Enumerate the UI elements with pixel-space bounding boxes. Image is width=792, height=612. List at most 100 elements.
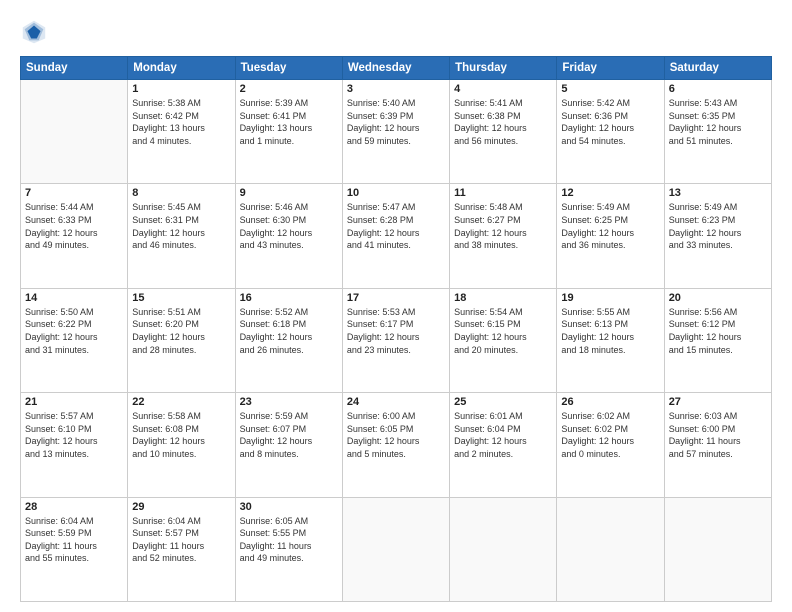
calendar-cell: 23 Sunrise: 5:59 AM Sunset: 6:07 PM Dayli… — [235, 393, 342, 497]
cell-info: Sunrise: 5:51 AM Sunset: 6:20 PM Dayligh… — [132, 306, 230, 356]
cell-info: Sunrise: 5:41 AM Sunset: 6:38 PM Dayligh… — [454, 97, 552, 147]
page: SundayMondayTuesdayWednesdayThursdayFrid… — [0, 0, 792, 612]
cell-content: 8 Sunrise: 5:45 AM Sunset: 6:31 PM Daylig… — [132, 187, 230, 251]
calendar-cell: 4 Sunrise: 5:41 AM Sunset: 6:38 PM Daylig… — [450, 80, 557, 184]
cell-info: Sunrise: 5:59 AM Sunset: 6:07 PM Dayligh… — [240, 410, 338, 460]
day-number: 21 — [25, 396, 123, 408]
cell-info: Sunrise: 5:40 AM Sunset: 6:39 PM Dayligh… — [347, 97, 445, 147]
cell-content: 19 Sunrise: 5:55 AM Sunset: 6:13 PM Dayli… — [561, 292, 659, 356]
cell-content: 25Sunrise: 6:01 AM Sunset: 6:04 PM Dayli… — [454, 396, 552, 460]
day-number: 1 — [132, 83, 230, 95]
day-number: 28 — [25, 501, 123, 513]
cell-content: 11Sunrise: 5:48 AM Sunset: 6:27 PM Dayli… — [454, 187, 552, 251]
cell-content: 30Sunrise: 6:05 AM Sunset: 5:55 PM Dayli… — [240, 501, 338, 565]
cell-info: Sunrise: 5:49 AM Sunset: 6:25 PM Dayligh… — [561, 201, 659, 251]
cell-info: Sunrise: 5:54 AM Sunset: 6:15 PM Dayligh… — [454, 306, 552, 356]
cell-content: 29Sunrise: 6:04 AM Sunset: 5:57 PM Dayli… — [132, 501, 230, 565]
cell-info: Sunrise: 6:04 AM Sunset: 5:59 PM Dayligh… — [25, 515, 123, 565]
cell-content: 23 Sunrise: 5:59 AM Sunset: 6:07 PM Dayli… — [240, 396, 338, 460]
cell-info: Sunrise: 5:48 AM Sunset: 6:27 PM Dayligh… — [454, 201, 552, 251]
day-number: 15 — [132, 292, 230, 304]
day-number: 3 — [347, 83, 445, 95]
calendar-cell: 10Sunrise: 5:47 AM Sunset: 6:28 PM Dayli… — [342, 184, 449, 288]
calendar-cell: 20Sunrise: 5:56 AM Sunset: 6:12 PM Dayli… — [664, 288, 771, 392]
weekday-header-row: SundayMondayTuesdayWednesdayThursdayFrid… — [21, 57, 772, 80]
weekday-header-tuesday: Tuesday — [235, 57, 342, 80]
day-number: 26 — [561, 396, 659, 408]
day-number: 27 — [669, 396, 767, 408]
calendar-week-row: 7Sunrise: 5:44 AM Sunset: 6:33 PM Daylig… — [21, 184, 772, 288]
cell-content: 1 Sunrise: 5:38 AM Sunset: 6:42 PM Daylig… — [132, 83, 230, 147]
calendar-table: SundayMondayTuesdayWednesdayThursdayFrid… — [20, 56, 772, 602]
day-number: 16 — [240, 292, 338, 304]
day-number: 6 — [669, 83, 767, 95]
day-number: 22 — [132, 396, 230, 408]
weekday-header-monday: Monday — [128, 57, 235, 80]
weekday-header-sunday: Sunday — [21, 57, 128, 80]
calendar-cell: 3 Sunrise: 5:40 AM Sunset: 6:39 PM Daylig… — [342, 80, 449, 184]
calendar-cell: 25Sunrise: 6:01 AM Sunset: 6:04 PM Dayli… — [450, 393, 557, 497]
calendar-cell: 5Sunrise: 5:42 AM Sunset: 6:36 PM Daylig… — [557, 80, 664, 184]
cell-info: Sunrise: 6:03 AM Sunset: 6:00 PM Dayligh… — [669, 410, 767, 460]
cell-content: 5Sunrise: 5:42 AM Sunset: 6:36 PM Daylig… — [561, 83, 659, 147]
calendar-cell: 16 Sunrise: 5:52 AM Sunset: 6:18 PM Dayli… — [235, 288, 342, 392]
cell-info: Sunrise: 5:57 AM Sunset: 6:10 PM Dayligh… — [25, 410, 123, 460]
calendar-week-row: 1 Sunrise: 5:38 AM Sunset: 6:42 PM Daylig… — [21, 80, 772, 184]
cell-content: 13Sunrise: 5:49 AM Sunset: 6:23 PM Dayli… — [669, 187, 767, 251]
calendar-cell: 1 Sunrise: 5:38 AM Sunset: 6:42 PM Daylig… — [128, 80, 235, 184]
cell-info: Sunrise: 5:52 AM Sunset: 6:18 PM Dayligh… — [240, 306, 338, 356]
calendar-cell: 21 Sunrise: 5:57 AM Sunset: 6:10 PM Dayli… — [21, 393, 128, 497]
weekday-header-saturday: Saturday — [664, 57, 771, 80]
cell-info: Sunrise: 5:39 AM Sunset: 6:41 PM Dayligh… — [240, 97, 338, 147]
calendar-cell: 12Sunrise: 5:49 AM Sunset: 6:25 PM Dayli… — [557, 184, 664, 288]
day-number: 25 — [454, 396, 552, 408]
day-number: 23 — [240, 396, 338, 408]
calendar-cell: 11Sunrise: 5:48 AM Sunset: 6:27 PM Dayli… — [450, 184, 557, 288]
cell-content: 27 Sunrise: 6:03 AM Sunset: 6:00 PM Dayli… — [669, 396, 767, 460]
calendar-cell: 13Sunrise: 5:49 AM Sunset: 6:23 PM Dayli… — [664, 184, 771, 288]
header — [20, 18, 772, 46]
cell-content: 20Sunrise: 5:56 AM Sunset: 6:12 PM Dayli… — [669, 292, 767, 356]
day-number: 8 — [132, 187, 230, 199]
calendar-week-row: 14Sunrise: 5:50 AM Sunset: 6:22 PM Dayli… — [21, 288, 772, 392]
calendar-cell: 7Sunrise: 5:44 AM Sunset: 6:33 PM Daylig… — [21, 184, 128, 288]
calendar-cell: 8 Sunrise: 5:45 AM Sunset: 6:31 PM Daylig… — [128, 184, 235, 288]
cell-content: 16 Sunrise: 5:52 AM Sunset: 6:18 PM Dayli… — [240, 292, 338, 356]
cell-info: Sunrise: 5:49 AM Sunset: 6:23 PM Dayligh… — [669, 201, 767, 251]
cell-info: Sunrise: 5:38 AM Sunset: 6:42 PM Dayligh… — [132, 97, 230, 147]
calendar-cell: 6 Sunrise: 5:43 AM Sunset: 6:35 PM Daylig… — [664, 80, 771, 184]
calendar-cell: 24Sunrise: 6:00 AM Sunset: 6:05 PM Dayli… — [342, 393, 449, 497]
day-number: 17 — [347, 292, 445, 304]
calendar-cell — [450, 497, 557, 601]
calendar-cell: 2Sunrise: 5:39 AM Sunset: 6:41 PM Daylig… — [235, 80, 342, 184]
day-number: 18 — [454, 292, 552, 304]
day-number: 19 — [561, 292, 659, 304]
calendar-cell — [21, 80, 128, 184]
day-number: 14 — [25, 292, 123, 304]
calendar-cell: 27 Sunrise: 6:03 AM Sunset: 6:00 PM Dayli… — [664, 393, 771, 497]
cell-info: Sunrise: 5:45 AM Sunset: 6:31 PM Dayligh… — [132, 201, 230, 251]
cell-info: Sunrise: 5:58 AM Sunset: 6:08 PM Dayligh… — [132, 410, 230, 460]
weekday-header-thursday: Thursday — [450, 57, 557, 80]
day-number: 10 — [347, 187, 445, 199]
calendar-cell: 30Sunrise: 6:05 AM Sunset: 5:55 PM Dayli… — [235, 497, 342, 601]
day-number: 30 — [240, 501, 338, 513]
weekday-header-wednesday: Wednesday — [342, 57, 449, 80]
day-number: 4 — [454, 83, 552, 95]
cell-content: 28 Sunrise: 6:04 AM Sunset: 5:59 PM Dayli… — [25, 501, 123, 565]
cell-info: Sunrise: 5:53 AM Sunset: 6:17 PM Dayligh… — [347, 306, 445, 356]
cell-info: Sunrise: 6:02 AM Sunset: 6:02 PM Dayligh… — [561, 410, 659, 460]
cell-info: Sunrise: 5:55 AM Sunset: 6:13 PM Dayligh… — [561, 306, 659, 356]
cell-content: 24Sunrise: 6:00 AM Sunset: 6:05 PM Dayli… — [347, 396, 445, 460]
cell-content: 14Sunrise: 5:50 AM Sunset: 6:22 PM Dayli… — [25, 292, 123, 356]
calendar-cell: 26 Sunrise: 6:02 AM Sunset: 6:02 PM Dayli… — [557, 393, 664, 497]
calendar-cell — [664, 497, 771, 601]
calendar-cell: 9Sunrise: 5:46 AM Sunset: 6:30 PM Daylig… — [235, 184, 342, 288]
cell-content: 17 Sunrise: 5:53 AM Sunset: 6:17 PM Dayli… — [347, 292, 445, 356]
cell-info: Sunrise: 6:04 AM Sunset: 5:57 PM Dayligh… — [132, 515, 230, 565]
cell-info: Sunrise: 5:44 AM Sunset: 6:33 PM Dayligh… — [25, 201, 123, 251]
calendar-week-row: 28 Sunrise: 6:04 AM Sunset: 5:59 PM Dayli… — [21, 497, 772, 601]
logo-icon — [20, 18, 48, 46]
cell-content: 9Sunrise: 5:46 AM Sunset: 6:30 PM Daylig… — [240, 187, 338, 251]
cell-info: Sunrise: 5:43 AM Sunset: 6:35 PM Dayligh… — [669, 97, 767, 147]
